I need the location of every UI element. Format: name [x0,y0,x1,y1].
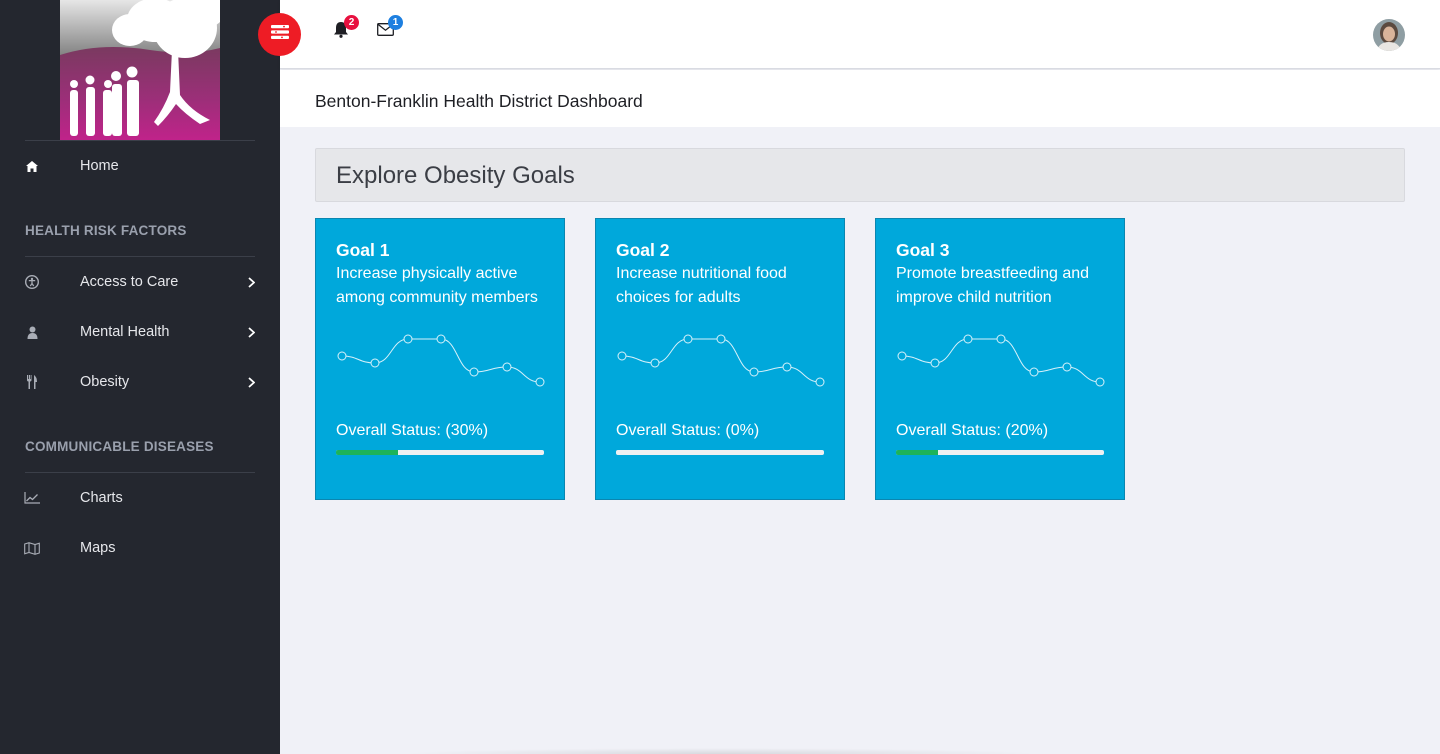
sparkline-point [1095,377,1105,387]
sparkline-point [337,351,347,361]
sparkline-decoration [617,334,825,387]
organization-logo[interactable] [60,0,220,140]
sidebar: Home HEALTH RISK FACTORS Access to Care … [0,0,280,754]
sparkline-point [683,334,693,344]
chevron-right-icon [246,325,256,339]
goal-description: Increase physically active among communi… [336,265,538,306]
sidebar-item-access-to-care[interactable]: Access to Care [0,262,280,302]
sparkline-point [963,334,973,344]
sidebar-item-label: Home [80,158,119,174]
universal-access-icon [24,274,40,290]
decorative-shadow [400,748,1040,754]
chevron-right-icon [246,275,256,289]
section-title: Explore Obesity Goals [336,162,575,189]
notifications-badge: 2 [344,15,359,30]
sidebar-item-label: Maps [80,540,116,556]
goal-progress-bar [896,450,1104,455]
sidebar-item-label: Charts [80,490,123,506]
section-header-health-risk-factors: HEALTH RISK FACTORS [25,223,187,238]
sparkline-point [1029,367,1039,377]
page-title: Benton-Franklin Health District Dashboar… [315,91,643,111]
sparkline-point [716,334,726,344]
chevron-right-icon [246,375,256,389]
goal-status: Overall Status: (30%) [336,422,489,439]
messages-badge: 1 [388,15,403,30]
sparkline-point [617,351,627,361]
goal-progress-fill [336,450,399,455]
sidebar-divider [25,140,255,141]
sparkline-point [782,362,792,372]
top-navbar: 2 1 [258,0,1440,69]
line-chart-icon [24,490,40,506]
sparkline-point [749,367,759,377]
goal-card-3[interactable]: Goal 3 Promote breastfeeding and improve… [875,218,1125,500]
sparkline-point [403,334,413,344]
sparkline-point [996,334,1006,344]
sparkline-point [897,351,907,361]
goal-title: Goal 1 [336,240,390,260]
user-icon [24,324,40,340]
home-icon [24,158,40,174]
notifications-button[interactable]: 2 [331,15,359,42]
goal-status: Overall Status: (0%) [616,422,760,439]
sidebar-item-label: Access to Care [80,274,179,290]
goal-description: Increase nutritional food choices for ad… [616,265,787,306]
goal-status: Overall Status: (20%) [896,422,1049,439]
sidebar-divider [25,472,255,473]
goal-description: Promote breastfeeding and improve child … [896,265,1090,306]
sparkline-point [436,334,446,344]
goal-card-2[interactable]: Goal 2 Increase nutritional food choices… [595,218,845,500]
sparkline-point [815,377,825,387]
sidebar-item-label: Mental Health [80,324,170,340]
cutlery-icon [24,374,40,390]
sidebar-item-home[interactable]: Home [0,146,280,186]
sparkline-point [650,358,660,368]
sparkline-point [1062,362,1072,372]
goal-title: Goal 2 [616,240,670,260]
menu-toggle-icon [270,25,289,44]
sparkline-point [370,358,380,368]
sidebar-item-label: Obesity [80,374,130,390]
sidebar-item-obesity[interactable]: Obesity [0,362,280,402]
sidebar-divider [25,256,255,257]
page-header: Benton-Franklin Health District Dashboar… [280,70,1440,127]
sparkline-decoration [897,334,1105,387]
sparkline-point [469,367,479,377]
sidebar-item-mental-health[interactable]: Mental Health [0,312,280,352]
messages-button[interactable]: 1 [375,15,403,42]
sparkline-decoration [337,334,545,387]
sparkline-point [930,358,940,368]
goal-progress-bar [336,450,544,455]
menu-toggle-button[interactable] [258,13,301,56]
map-icon [24,540,40,556]
section-title-bar: Explore Obesity Goals [315,148,1405,202]
user-avatar[interactable] [1373,19,1405,51]
goal-progress-bar [616,450,824,455]
sidebar-item-maps[interactable]: Maps [0,528,280,568]
section-header-communicable-diseases: COMMUNICABLE DISEASES [25,439,214,454]
goal-card-1[interactable]: Goal 1 Increase physically active among … [315,218,565,500]
sparkline-point [502,362,512,372]
goal-title: Goal 3 [896,240,950,260]
sidebar-item-charts[interactable]: Charts [0,478,280,518]
sparkline-point [535,377,545,387]
goal-progress-fill [896,450,938,455]
